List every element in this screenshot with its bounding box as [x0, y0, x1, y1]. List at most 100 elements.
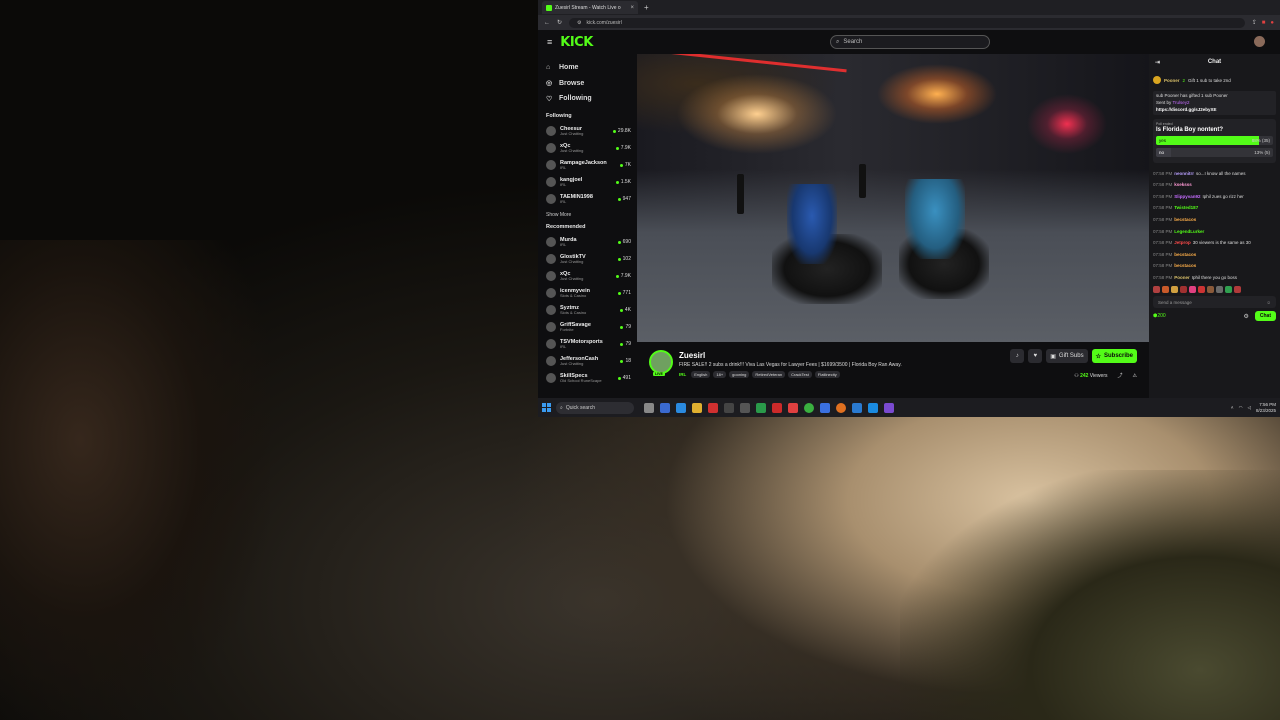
- app-icon[interactable]: [756, 402, 766, 413]
- chevron-up-icon[interactable]: ˄: [1231, 405, 1234, 410]
- chrome-icon[interactable]: [804, 402, 814, 413]
- follow-button[interactable]: ♥: [1028, 349, 1043, 363]
- clock[interactable]: 7:56 PM 8/23/2025: [1256, 402, 1276, 413]
- vscode-icon[interactable]: [868, 402, 878, 413]
- kick-logo[interactable]: KICK: [560, 35, 593, 50]
- tag[interactable]: Flatlinecity: [814, 371, 840, 378]
- emote-icon[interactable]: [1162, 286, 1169, 294]
- message-user[interactable]: Jetprop: [1174, 240, 1191, 245]
- url-field[interactable]: ⚙ kick.com/zuesirl: [569, 17, 1245, 28]
- browser-tab[interactable]: Zuesirl Stream - Watch Live o ×: [542, 1, 638, 14]
- new-tab-icon[interactable]: +: [644, 3, 649, 12]
- message-user[interactable]: becstacos: [1174, 263, 1196, 268]
- sent-by-user[interactable]: Trulsey2: [1172, 100, 1189, 105]
- report-icon[interactable]: ⚠: [1133, 373, 1137, 379]
- emote-icon[interactable]: [1225, 286, 1232, 294]
- chat-input[interactable]: Send a message ☺: [1153, 296, 1276, 309]
- gear-icon[interactable]: ⚙: [1243, 313, 1248, 320]
- taskbar-search[interactable]: ⌕ Quick search: [556, 401, 634, 414]
- sidebar-item-browse[interactable]: ◎ Browse: [546, 76, 631, 92]
- folder-icon[interactable]: [692, 402, 702, 413]
- user-avatar[interactable]: [1254, 36, 1265, 47]
- poll-label: Poll ended: [1156, 122, 1173, 127]
- search-input[interactable]: ⌕ Search: [830, 35, 990, 49]
- tag[interactable]: RetiredVeteran: [752, 371, 786, 378]
- tag[interactable]: gooning: [729, 371, 750, 378]
- message-user[interactable]: Pooner: [1174, 275, 1190, 280]
- stream-category[interactable]: IRL: [679, 372, 686, 377]
- channel-item[interactable]: GlostikTV Just Chatting 102: [546, 251, 631, 268]
- app-icon[interactable]: [820, 402, 830, 413]
- message-user[interactable]: Twisted187: [1174, 205, 1198, 210]
- app-icon[interactable]: [740, 402, 750, 413]
- notification-bell-button[interactable]: ♪: [1010, 349, 1025, 363]
- channel-item[interactable]: TAEMIN1998 IRL 947: [546, 191, 631, 208]
- subscribe-button[interactable]: ☆ Subscribe: [1091, 349, 1137, 363]
- share-icon[interactable]: ⤴: [1118, 372, 1123, 379]
- emote-icon[interactable]: [1198, 286, 1205, 294]
- emote-icon[interactable]: [1153, 286, 1160, 294]
- app-icon[interactable]: [772, 402, 782, 413]
- collapse-chat-icon[interactable]: ⇥: [1155, 59, 1160, 66]
- discord-link[interactable]: https://discord.gg/sJ2ebyXE: [1156, 107, 1273, 114]
- gift-subs-button[interactable]: ▣ Gift Subs: [1046, 349, 1088, 363]
- channel-item[interactable]: xQc Just Chatting 7.9K: [546, 268, 631, 285]
- channel-item[interactable]: Murda IRL 690: [546, 234, 631, 251]
- emoji-icon[interactable]: ☺: [1266, 300, 1271, 305]
- emote-icon[interactable]: [1234, 286, 1241, 294]
- video-player[interactable]: [637, 54, 1149, 342]
- message-user[interactable]: becstacos: [1174, 252, 1196, 257]
- firefox-icon[interactable]: [836, 402, 846, 413]
- emote-icon[interactable]: [1171, 286, 1178, 294]
- app-icon[interactable]: [708, 402, 718, 413]
- app-icon[interactable]: [852, 402, 862, 413]
- emote-icon[interactable]: [1180, 286, 1187, 294]
- pinned-user[interactable]: Pooner: [1164, 78, 1180, 83]
- channel-item[interactable]: icenmyvein Slots & Casino 771: [546, 285, 631, 302]
- volume-icon[interactable]: ◁: [1248, 405, 1251, 411]
- tag[interactable]: CrackTest: [788, 371, 812, 378]
- streamer-avatar[interactable]: [649, 350, 673, 374]
- send-chat-button[interactable]: Chat: [1254, 311, 1276, 322]
- streamer-name[interactable]: Zuesirl: [679, 351, 705, 360]
- share-icon[interactable]: ⇪: [1252, 19, 1257, 26]
- message-user[interactable]: LegendLurker: [1174, 229, 1204, 234]
- channel-item[interactable]: Syztmz Slots & Casino 4K: [546, 302, 631, 319]
- app-icon[interactable]: [788, 402, 798, 413]
- extension2-icon[interactable]: ●: [1270, 20, 1274, 26]
- channel-item[interactable]: kangjoel IRL 1.5K: [546, 174, 631, 191]
- app-icon[interactable]: [676, 402, 686, 413]
- windows-start-icon[interactable]: [542, 403, 551, 412]
- tab-close-icon[interactable]: ×: [630, 5, 634, 11]
- emote-icon[interactable]: [1189, 286, 1196, 294]
- channel-points[interactable]: 200: [1157, 313, 1165, 319]
- tag[interactable]: English: [691, 371, 711, 378]
- task-view-icon[interactable]: [644, 402, 654, 413]
- tag[interactable]: 18+: [713, 371, 727, 378]
- message-user[interactable]: becstacos: [1174, 217, 1196, 222]
- message-user[interactable]: Slippyvan92: [1174, 194, 1200, 199]
- menu-icon[interactable]: ≡: [547, 37, 552, 47]
- sidebar-item-home[interactable]: ⌂ Home: [546, 60, 631, 76]
- channel-item[interactable]: JeffersonCash Just Chatting 18: [546, 353, 631, 370]
- app-icon[interactable]: [660, 402, 670, 413]
- channel-item[interactable]: GriffSavage Fortnite 79: [546, 319, 631, 336]
- channel-item[interactable]: SkillSpecs Old School RuneScape 491: [546, 370, 631, 387]
- reload-icon[interactable]: ↻: [557, 19, 562, 26]
- emote-icon[interactable]: [1207, 286, 1214, 294]
- channel-item[interactable]: xQc Just Chatting 7.9K: [546, 140, 631, 157]
- extension-icon[interactable]: ■: [1262, 20, 1266, 26]
- emote-icon[interactable]: [1216, 286, 1223, 294]
- back-icon[interactable]: ←: [544, 20, 550, 26]
- app-icon[interactable]: [724, 402, 734, 413]
- message-user[interactable]: neonnitrr: [1174, 171, 1194, 176]
- channel-item[interactable]: Cheesur Just Chatting 29.8K: [546, 123, 631, 140]
- site-info-icon[interactable]: ⚙: [577, 20, 581, 26]
- channel-item[interactable]: TSVMotorsports IRL 79: [546, 336, 631, 353]
- message-user[interactable]: kseksss: [1174, 182, 1192, 187]
- sidebar-item-following[interactable]: ♡ Following: [546, 91, 631, 107]
- app-icon[interactable]: [884, 402, 894, 413]
- show-more-link[interactable]: Show More: [546, 212, 631, 218]
- wifi-icon[interactable]: ◠: [1239, 405, 1243, 411]
- channel-item[interactable]: RampageJackson IRL 7K: [546, 157, 631, 174]
